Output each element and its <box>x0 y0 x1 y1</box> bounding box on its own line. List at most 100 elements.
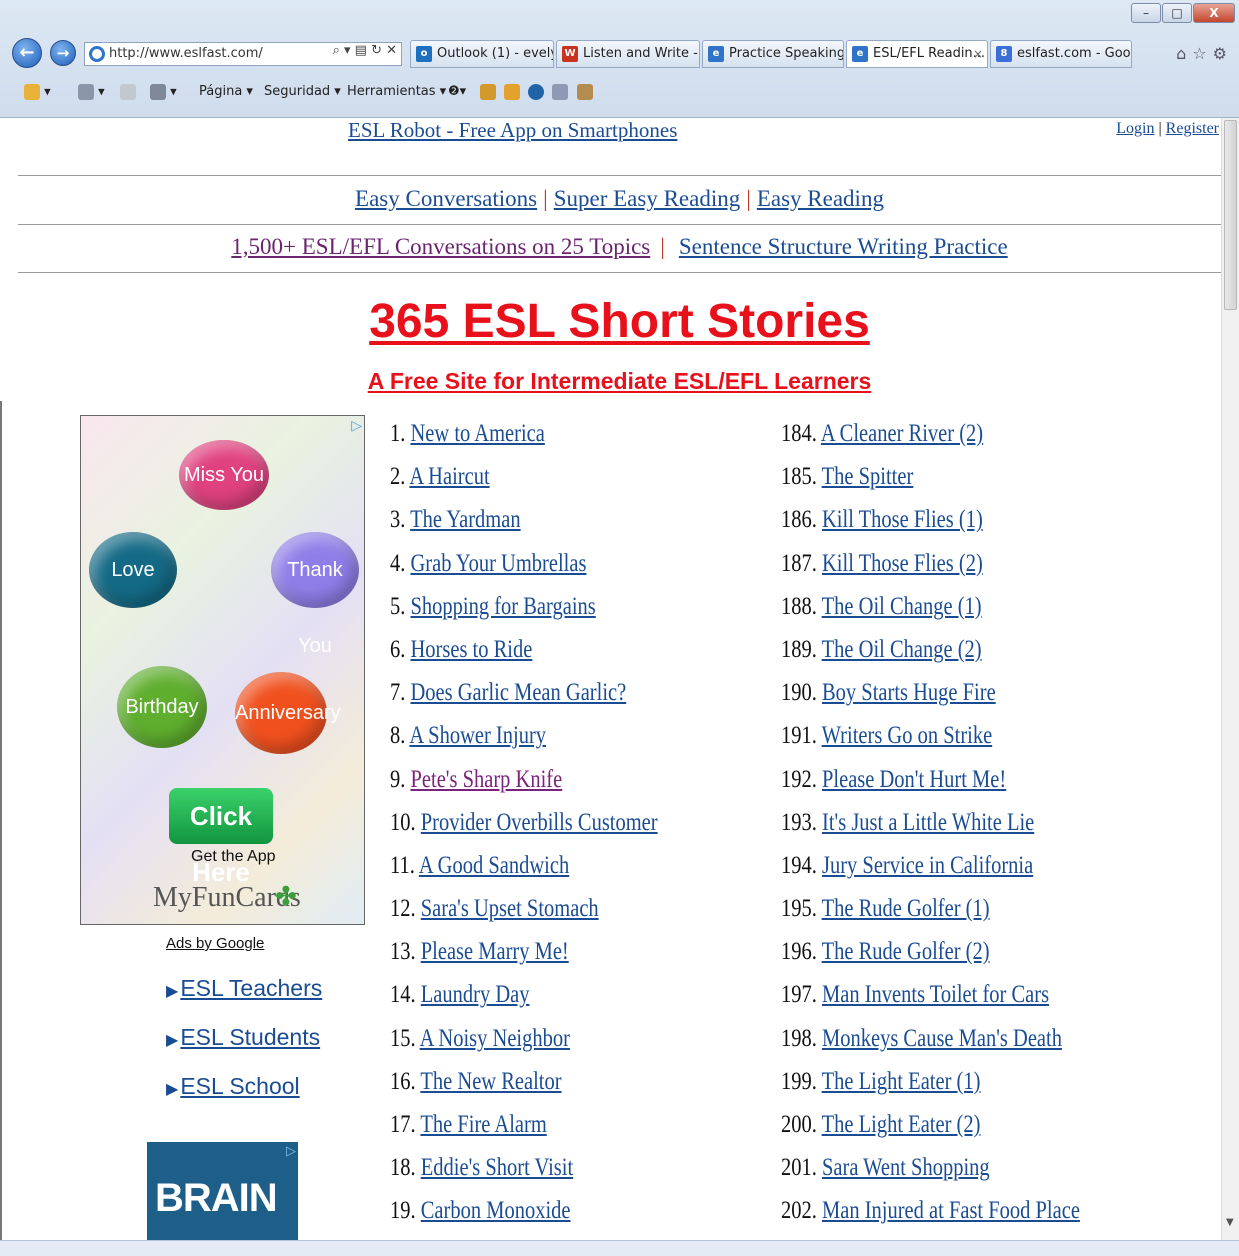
myfuncards-ad[interactable]: ▷ Miss You Love Thank You Birthday Anniv… <box>80 415 365 925</box>
story-number: 190. <box>781 679 817 707</box>
addon-icons[interactable] <box>480 84 593 100</box>
story-item: 18. Eddie's Short Visit <box>390 1154 658 1197</box>
story-link[interactable]: The Light Eater (2) <box>822 1111 981 1138</box>
close-tab-icon[interactable]: × <box>973 41 983 67</box>
story-link[interactable]: Writers Go on Strike <box>822 722 993 749</box>
story-item: 13. Please Marry Me! <box>390 938 658 981</box>
story-item: 4. Grab Your Umbrellas <box>390 550 658 593</box>
minimize-button[interactable]: – <box>1131 3 1161 23</box>
story-item: 15. A Noisy Neighbor <box>390 1025 658 1068</box>
mail-icon[interactable] <box>120 84 136 100</box>
story-link[interactable]: Kill Those Flies (1) <box>822 506 983 533</box>
browser-tab[interactable]: e Practice Speaking ... <box>702 40 844 68</box>
nav-separator: | <box>543 186 548 211</box>
story-link[interactable]: New to America <box>411 420 545 447</box>
story-link[interactable]: The Fire Alarm <box>420 1111 546 1138</box>
story-number: 5. <box>390 592 406 620</box>
home-favorites-tools-icons[interactable]: ⌂☆⚙ <box>1176 44 1233 63</box>
story-link[interactable]: Grab Your Umbrellas <box>411 550 587 577</box>
back-button[interactable]: ← <box>12 38 42 68</box>
feeds-icon[interactable]: ▾ <box>78 84 105 100</box>
adchoices-icon[interactable]: ▷ <box>286 1144 296 1159</box>
story-link[interactable]: Does Garlic Mean Garlic? <box>411 679 627 706</box>
nav-super-easy-reading[interactable]: Super Easy Reading <box>554 186 741 211</box>
story-link[interactable]: A Noisy Neighbor <box>420 1025 570 1052</box>
click-here-button[interactable]: Click Here <box>169 788 273 887</box>
story-number: 10. <box>390 808 416 836</box>
scroll-down-arrow[interactable]: ▼ <box>1226 1217 1234 1228</box>
story-link[interactable]: Pete's Sharp Knife <box>411 766 563 793</box>
story-link[interactable]: Jury Service in California <box>822 852 1033 879</box>
story-link[interactable]: Carbon Monoxide <box>421 1197 571 1224</box>
vertical-scrollbar[interactable]: ▼ <box>1221 118 1239 1256</box>
forward-button[interactable]: → <box>50 40 76 66</box>
nav-sentence-structure[interactable]: Sentence Structure Writing Practice <box>679 234 1008 259</box>
adchoices-icon[interactable]: ▷ <box>351 418 362 434</box>
help-icon[interactable]: ❷▾ <box>448 84 466 99</box>
home-icon[interactable]: ▾ <box>24 84 51 100</box>
address-tools-icons[interactable]: ⌕ ▾ ▤ ↻ ✕ <box>333 43 397 58</box>
story-link[interactable]: Horses to Ride <box>411 636 533 663</box>
ad-link-esl-students[interactable]: ▶ESL Students <box>166 1024 320 1051</box>
tools-menu[interactable]: Herramientas ▾ <box>347 84 446 99</box>
story-link[interactable]: The Oil Change (1) <box>822 593 982 620</box>
story-number: 188. <box>781 592 817 620</box>
story-link[interactable]: The Light Eater (1) <box>822 1068 981 1095</box>
story-item: 11. A Good Sandwich <box>390 852 658 895</box>
scrollbar-thumb[interactable] <box>1224 120 1237 310</box>
address-url: http://www.eslfast.com/ <box>109 46 263 61</box>
nav-easy-conversations[interactable]: Easy Conversations <box>355 186 537 211</box>
browser-tab[interactable]: o Outlook (1) - evely... <box>410 40 554 68</box>
page-menu[interactable]: Página ▾ <box>199 84 253 99</box>
nav-conversations-topics[interactable]: 1,500+ ESL/EFL Conversations on 25 Topic… <box>231 234 650 259</box>
story-link[interactable]: A Shower Injury <box>409 722 546 749</box>
browser-tab[interactable]: W Listen and Write - ... <box>556 40 700 68</box>
nav-row-1: Easy Conversations | Super Easy Reading | Ea… <box>0 186 1239 212</box>
story-link[interactable]: Provider Overbills Customer <box>421 809 658 836</box>
story-link[interactable]: Man Injured at Fast Food Place <box>822 1197 1080 1224</box>
story-number: 14. <box>390 981 416 1009</box>
story-link[interactable]: The Yardman <box>410 506 520 533</box>
login-link[interactable]: Login <box>1116 120 1154 137</box>
address-bar[interactable]: http://www.eslfast.com/ ⌕ ▾ ▤ ↻ ✕ <box>84 42 402 66</box>
brain-ad-text: BRAIN <box>155 1176 278 1220</box>
story-link[interactable]: The Rude Golfer (1) <box>822 895 990 922</box>
story-item: 5. Shopping for Bargains <box>390 593 658 636</box>
story-link[interactable]: Shopping for Bargains <box>411 593 596 620</box>
story-link[interactable]: Eddie's Short Visit <box>421 1154 573 1181</box>
register-link[interactable]: Register <box>1166 120 1219 137</box>
story-link[interactable]: The Oil Change (2) <box>822 636 982 663</box>
story-link[interactable]: Kill Those Flies (2) <box>822 550 983 577</box>
story-link[interactable]: Sara's Upset Stomach <box>421 895 599 922</box>
story-link[interactable]: The Rude Golfer (2) <box>822 938 990 965</box>
ads-by-google[interactable]: Ads by Google <box>166 935 264 952</box>
story-link[interactable]: Monkeys Cause Man's Death <box>822 1025 1062 1052</box>
ad-link-esl-teachers[interactable]: ▶ESL Teachers <box>166 975 322 1002</box>
story-link[interactable]: It's Just a Little White Lie <box>822 809 1034 836</box>
story-link[interactable]: A Good Sandwich <box>419 852 569 879</box>
nav-easy-reading[interactable]: Easy Reading <box>757 186 884 211</box>
ad-link-esl-school[interactable]: ▶ESL School <box>166 1073 300 1100</box>
browser-tab[interactable]: 8 eslfast.com - Goo... <box>990 40 1132 68</box>
print-icon[interactable]: ▾ <box>150 84 177 100</box>
maximize-button[interactable]: □ <box>1162 3 1192 23</box>
brain-ad[interactable]: ▷ BRAIN <box>147 1142 298 1241</box>
story-link[interactable]: Please Marry Me! <box>421 938 569 965</box>
story-link[interactable]: Boy Starts Huge Fire <box>822 679 996 706</box>
browser-tab[interactable]: e ESL/EFL Readin... × <box>846 40 988 68</box>
story-item: 189. The Oil Change (2) <box>781 636 1080 679</box>
navigation-row: ← → http://www.eslfast.com/ ⌕ ▾ ▤ ↻ ✕ oO… <box>0 36 1239 72</box>
story-item: 14. Laundry Day <box>390 981 658 1024</box>
security-menu[interactable]: Seguridad ▾ <box>264 84 341 99</box>
story-link[interactable]: Laundry Day <box>421 981 530 1008</box>
esl-robot-link[interactable]: ESL Robot - Free App on Smartphones <box>348 118 677 143</box>
close-window-button[interactable]: X <box>1193 3 1235 23</box>
story-link[interactable]: The Spitter <box>822 463 914 490</box>
story-item: 193. It's Just a Little White Lie <box>781 809 1080 852</box>
story-link[interactable]: The New Realtor <box>420 1068 561 1095</box>
story-link[interactable]: Please Don't Hurt Me! <box>822 766 1006 793</box>
story-link[interactable]: A Cleaner River (2) <box>821 420 983 447</box>
story-link[interactable]: Man Invents Toilet for Cars <box>822 981 1049 1008</box>
story-link[interactable]: A Haircut <box>409 463 489 490</box>
story-link[interactable]: Sara Went Shopping <box>822 1154 990 1181</box>
